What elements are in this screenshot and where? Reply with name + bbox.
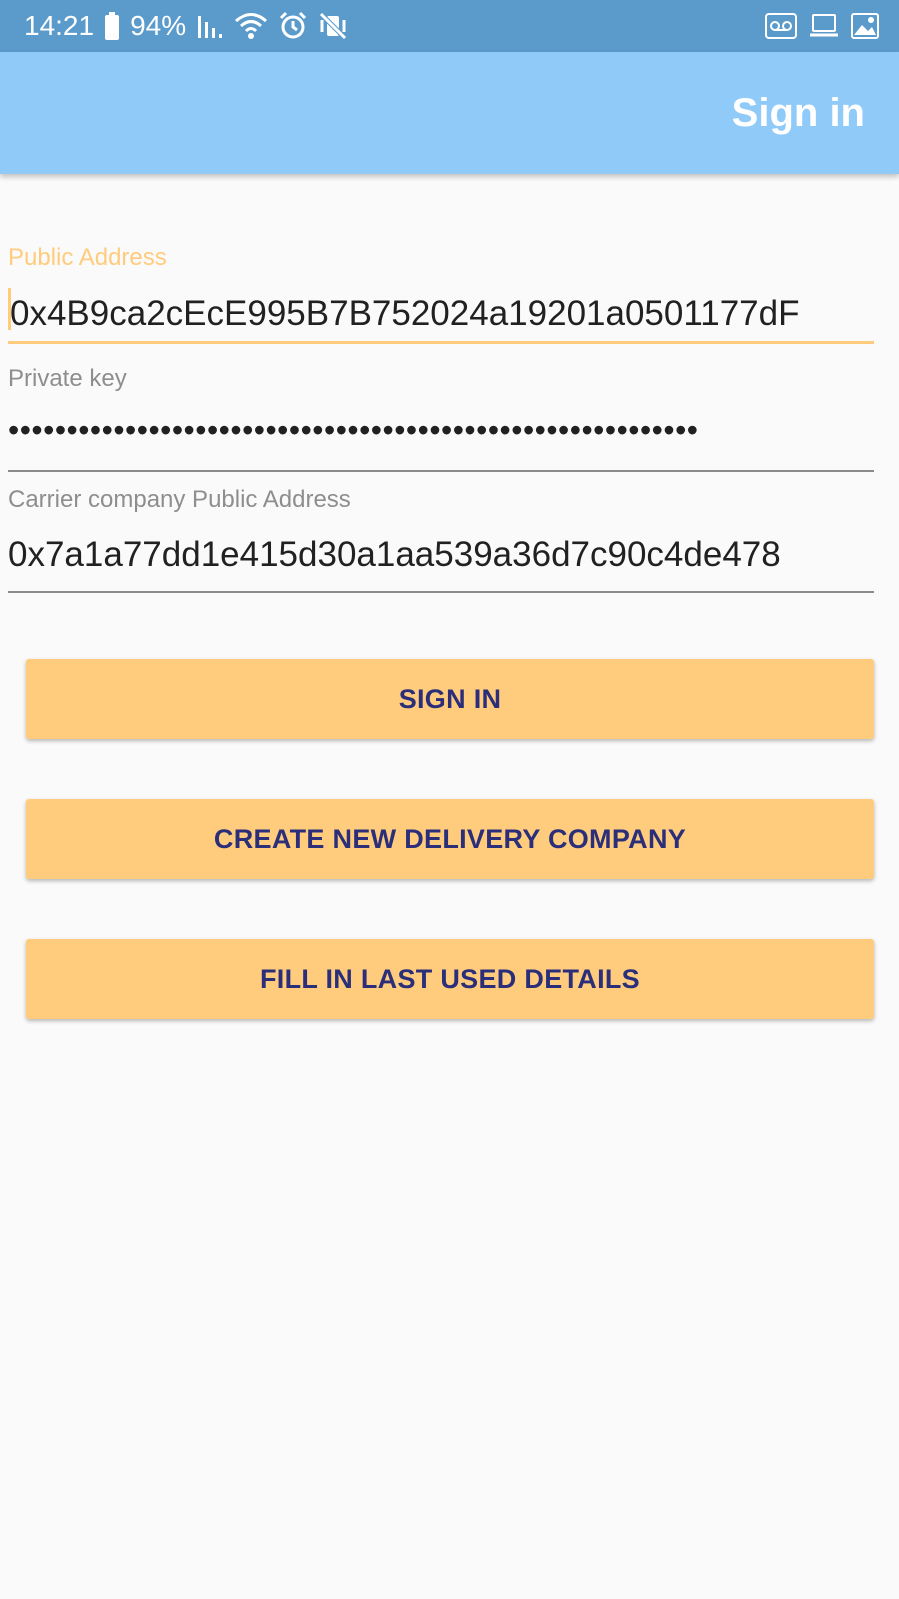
private-key-underline [8, 470, 874, 472]
create-company-button[interactable]: CREATE NEW DELIVERY COMPANY [26, 799, 874, 879]
carrier-address-underline [8, 591, 874, 593]
app-bar: Sign in [0, 52, 899, 174]
carrier-address-field[interactable]: Carrier company Public Address 0x7a1a77d… [8, 480, 874, 593]
status-right [765, 0, 879, 52]
private-key-label: Private key [8, 365, 127, 392]
public-address-input[interactable]: 0x4B9ca2cEcE995B7B752024a19201a0501177dF [10, 294, 876, 334]
voicemail-icon [765, 13, 797, 39]
signal-icon [196, 12, 224, 40]
status-bar: 14:21 94% [0, 0, 899, 52]
wifi-icon [234, 12, 268, 40]
laptop-icon [809, 13, 839, 39]
public-address-field[interactable]: Public Address 0x4B9ca2cEcE995B7B752024a… [8, 238, 874, 348]
status-time: 14:21 [24, 10, 95, 41]
private-key-field[interactable]: Private key ••••••••••••••••••••••••••••… [8, 360, 874, 472]
status-left: 14:21 94% [24, 0, 348, 52]
battery-percent: 94% [130, 10, 187, 41]
public-address-underline [8, 341, 874, 344]
page-title: Sign in [731, 90, 865, 135]
image-icon [851, 13, 879, 39]
vibrate-mute-icon [318, 11, 348, 41]
battery-icon [104, 12, 120, 40]
carrier-address-label: Carrier company Public Address [8, 486, 351, 513]
fill-last-details-button[interactable]: FILL IN LAST USED DETAILS [26, 939, 874, 1019]
sign-in-button[interactable]: SIGN IN [26, 659, 874, 739]
public-address-label: Public Address [8, 244, 167, 271]
alarm-icon [278, 11, 308, 41]
private-key-input[interactable]: ••••••••••••••••••••••••••••••••••••••••… [8, 412, 874, 449]
carrier-address-input[interactable]: 0x7a1a77dd1e415d30a1aa539a36d7c90c4de478 [8, 535, 874, 575]
